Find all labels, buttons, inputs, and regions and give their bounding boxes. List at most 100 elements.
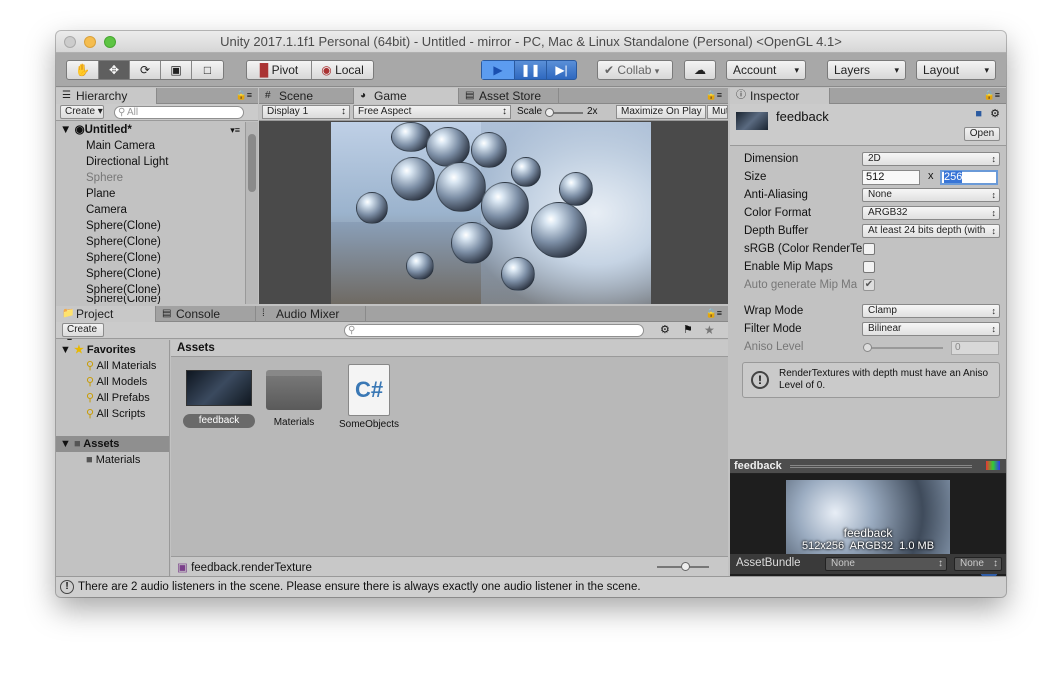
search-icon: ⚲ (348, 325, 356, 336)
hierarchy-item[interactable]: Sphere(Clone) (86, 250, 161, 266)
scale-slider[interactable] (545, 108, 583, 117)
project-grid: Assets feedback Materials C# SomeObjects… (171, 340, 728, 576)
tab-game[interactable]: ◕ Game (354, 88, 459, 105)
panel-menu-icon[interactable]: 🔒≡ (236, 90, 252, 101)
hierarchy-item[interactable]: Sphere(Clone) (86, 218, 161, 234)
assetbundle-variant-dropdown[interactable]: None ↕ (954, 557, 1002, 571)
favorite-item[interactable]: ⚲ All Models (86, 374, 147, 390)
pause-icon[interactable]: ❚❚ (514, 61, 546, 79)
tab-project[interactable]: 📁 Project (56, 306, 156, 323)
asset-item[interactable]: Materials (261, 370, 327, 430)
size-height-input[interactable]: 256 (940, 170, 998, 185)
close-window-button[interactable] (64, 36, 76, 48)
account-dropdown[interactable]: Account ▾ (726, 60, 806, 80)
tab-audio-mixer[interactable]: ⁞ Audio Mixer (256, 306, 366, 322)
favorite-item[interactable]: ⚲ All Prefabs (86, 390, 150, 406)
panel-menu-icon[interactable]: 🔒≡ (706, 308, 722, 319)
rotate-tool-icon[interactable]: ⟳ (129, 61, 160, 79)
scene-row[interactable]: ▼ ◉Untitled* ▾≡ (60, 122, 242, 138)
step-icon[interactable]: ▶| (546, 61, 576, 79)
asset-item[interactable]: feedback (183, 370, 255, 428)
tab-console[interactable]: ▤ Console (156, 306, 256, 322)
warning-text: RenderTextures with depth must have an A… (779, 368, 989, 391)
mute-audio-toggle[interactable]: Mut (707, 105, 728, 119)
srgb-checkbox[interactable] (863, 243, 875, 255)
size-width-input[interactable]: 512 (862, 170, 920, 185)
local-button[interactable]: ◉ Local (311, 61, 373, 79)
project-search-input[interactable]: ⚲ (344, 324, 644, 337)
collab-dropdown[interactable]: ✔ Collab ▾ (597, 60, 673, 80)
layers-dropdown[interactable]: Layers ▾ (827, 60, 906, 80)
cloud-button[interactable]: ☁ (684, 60, 716, 80)
panel-menu-icon[interactable]: 🔒≡ (706, 90, 722, 101)
filter-label-icon[interactable]: ⚑ (683, 323, 693, 336)
playback-controls: ▶ ❚❚ ▶| (481, 60, 577, 80)
settings-gear-icon[interactable]: ⚙ (990, 107, 1000, 120)
display-dropdown[interactable]: Display 1 ↕ (262, 105, 350, 119)
maximize-on-play-toggle[interactable]: Maximize On Play (616, 105, 706, 119)
tab-scene[interactable]: # Scene (259, 88, 354, 104)
hierarchy-search-input[interactable]: ⚲ All (114, 106, 244, 119)
hierarchy-item[interactable]: Plane (86, 186, 115, 202)
asset-folder-item[interactable]: ■ Materials (86, 452, 140, 468)
favorite-star-icon[interactable]: ★ (704, 323, 715, 337)
color-format-dropdown[interactable]: ARGB32 (862, 206, 1000, 220)
tab-asset-store[interactable]: ▤ Asset Store (459, 88, 559, 104)
game-viewport[interactable] (259, 122, 728, 304)
wrap-mode-dropdown[interactable]: Clamp (862, 304, 1000, 318)
hierarchy-item[interactable]: Main Camera (86, 138, 155, 154)
aspect-dropdown[interactable]: Free Aspect ↕ (353, 105, 511, 119)
filter-mode-dropdown[interactable]: Bilinear (862, 322, 1000, 336)
pivot-button[interactable]: █ Pivot (247, 61, 311, 79)
icon-size-slider[interactable] (657, 562, 709, 571)
scrollbar-thumb[interactable] (248, 134, 256, 192)
move-tool-icon[interactable]: ✥ (98, 61, 129, 79)
preview-drag-handle[interactable] (790, 465, 972, 468)
favorites-row[interactable]: ▼ ★ Favorites (60, 342, 136, 358)
tab-hierarchy[interactable]: ☰ Hierarchy (56, 88, 157, 105)
hierarchy-item[interactable]: Sphere (86, 170, 123, 186)
minimize-window-button[interactable] (84, 36, 96, 48)
slider-thumb[interactable] (681, 562, 690, 571)
favorite-item[interactable]: ⚲ All Materials (86, 358, 156, 374)
hierarchy-create-button[interactable]: Create ▾ (60, 105, 104, 119)
search-icon: ⚲ (86, 392, 95, 404)
slider-thumb[interactable] (545, 108, 554, 117)
favorite-item[interactable]: ⚲ All Scripts (86, 406, 145, 422)
help-book-icon[interactable]: ■ (975, 108, 982, 120)
chevron-down-icon: ↕ (502, 106, 507, 117)
hand-tool-icon[interactable]: ✋ (67, 61, 98, 79)
play-icon[interactable]: ▶ (482, 61, 514, 79)
game-render (331, 122, 651, 304)
scene-menu-icon[interactable]: ▾≡ (230, 122, 240, 138)
filter-type-icon[interactable]: ⚙ (660, 323, 670, 336)
open-button[interactable]: Open (964, 127, 1000, 141)
panel-menu-icon[interactable]: 🔒≡ (984, 90, 1000, 101)
hierarchy-item[interactable]: Sphere(Clone) (86, 296, 161, 304)
hierarchy-scrollbar[interactable] (245, 122, 258, 304)
aniso-value-input: 0 (951, 341, 999, 355)
inspector-fields: Dimension 2D Size 512 x 256 Anti-Aliasin… (730, 147, 1006, 457)
assetbundle-name-dropdown[interactable]: None ↕ (825, 557, 947, 571)
game-toolbar: Display 1 ↕ Free Aspect ↕ Scale 2x Maximiz… (259, 104, 728, 121)
asset-item[interactable]: C# SomeObjects (333, 364, 405, 432)
zoom-window-button[interactable] (104, 36, 116, 48)
hierarchy-item[interactable]: Sphere(Clone) (86, 266, 161, 282)
hierarchy-item[interactable]: Directional Light (86, 154, 168, 170)
tab-inspector[interactable]: ⓘ Inspector (730, 88, 830, 105)
chevron-down-icon: ↕ (993, 558, 998, 569)
depth-buffer-dropdown[interactable]: At least 24 bits depth (with (862, 224, 1000, 238)
layout-dropdown[interactable]: Layout ▾ (916, 60, 996, 80)
hierarchy-item[interactable]: Camera (86, 202, 127, 218)
anti-aliasing-dropdown[interactable]: None (862, 188, 1000, 202)
hierarchy-item[interactable]: Sphere(Clone) (86, 234, 161, 250)
scale-tool-icon[interactable]: ▣ (160, 61, 191, 79)
assets-row[interactable]: ▼ ■ Assets (56, 436, 169, 452)
status-bar[interactable]: ! There are 2 audio listeners in the sce… (56, 576, 1006, 597)
console-icon: ▤ (162, 308, 172, 319)
dimension-dropdown[interactable]: 2D (862, 152, 1000, 166)
mipmaps-checkbox[interactable] (863, 261, 875, 273)
project-create-button[interactable]: Create ▾ (62, 323, 104, 347)
rect-tool-icon[interactable]: □ (191, 61, 223, 79)
rgb-channel-icon[interactable] (986, 461, 1000, 470)
